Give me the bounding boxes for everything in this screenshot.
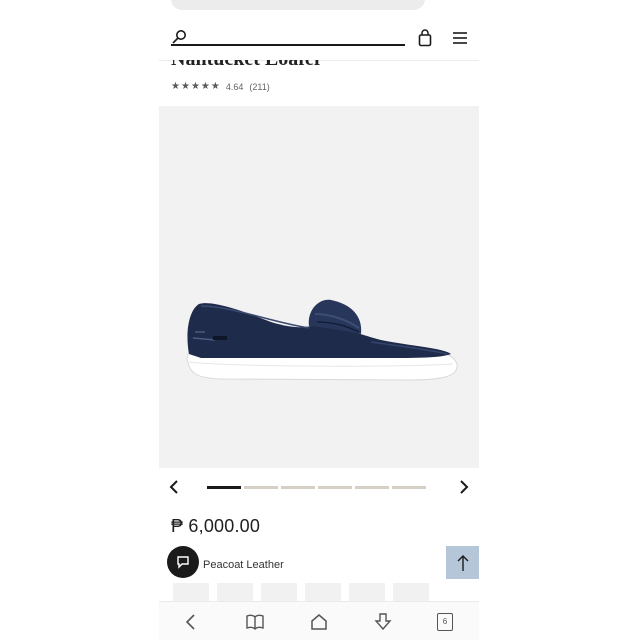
menu-icon[interactable] — [452, 31, 468, 45]
carousel-indicators — [207, 486, 426, 489]
color-swatch[interactable] — [349, 583, 385, 603]
color-swatches — [173, 583, 429, 603]
product-image[interactable] — [159, 106, 479, 468]
chevron-right-icon[interactable] — [455, 479, 471, 495]
rating-row[interactable]: ★ ★ ★ ★ ★ 4.64 (211) — [171, 81, 270, 93]
back-icon[interactable] — [181, 612, 201, 632]
image-carousel-controls — [159, 474, 479, 500]
star-rating: ★ ★ ★ ★ ★ — [171, 82, 220, 92]
star-icon: ★ — [180, 81, 190, 92]
search-icon[interactable] — [171, 29, 187, 45]
chat-icon — [177, 556, 189, 569]
carousel-dot[interactable] — [392, 486, 426, 489]
download-icon[interactable] — [373, 612, 393, 632]
carousel-dot[interactable] — [355, 486, 389, 489]
half-star-icon: ★ — [210, 81, 220, 92]
shopping-bag-icon[interactable] — [417, 29, 433, 47]
color-swatch[interactable] — [217, 583, 253, 603]
browser-url-bar[interactable] — [171, 0, 425, 10]
color-swatch[interactable] — [173, 583, 209, 603]
carousel-dot[interactable] — [207, 486, 241, 489]
color-swatch[interactable] — [261, 583, 297, 603]
carousel-dot[interactable] — [281, 486, 315, 489]
carousel-dot[interactable] — [244, 486, 278, 489]
tab-count-button[interactable]: 6 — [437, 613, 453, 631]
arrow-up-icon — [457, 554, 468, 571]
chat-button[interactable] — [167, 546, 199, 578]
search-input[interactable] — [171, 44, 405, 46]
color-swatch[interactable] — [393, 583, 429, 603]
home-icon[interactable] — [309, 612, 329, 632]
review-count: (211) — [249, 82, 270, 92]
bookmarks-icon[interactable] — [245, 612, 265, 632]
carousel-dot[interactable] — [318, 486, 352, 489]
loafer-shoe-image — [186, 299, 458, 381]
star-icon: ★ — [171, 81, 180, 92]
browser-toolbar: 6 — [159, 601, 479, 640]
product-price: ₱ 6,000.00 — [171, 516, 261, 536]
site-header — [159, 24, 479, 61]
chevron-left-icon[interactable] — [167, 479, 183, 495]
phone-viewport: Nantucket Loafer ★ ★ ★ ★ ★ 4.64 (211) — [159, 0, 479, 640]
star-icon: ★ — [190, 81, 200, 92]
star-icon: ★ — [200, 81, 210, 92]
product-title-area: Nantucket Loafer — [159, 60, 479, 72]
rating-value: 4.64 — [225, 82, 244, 92]
scroll-to-top-button[interactable] — [446, 546, 479, 579]
product-title: Nantucket Loafer — [171, 60, 323, 71]
color-name: Peacoat Leather — [203, 559, 284, 571]
color-swatch[interactable] — [305, 583, 341, 603]
